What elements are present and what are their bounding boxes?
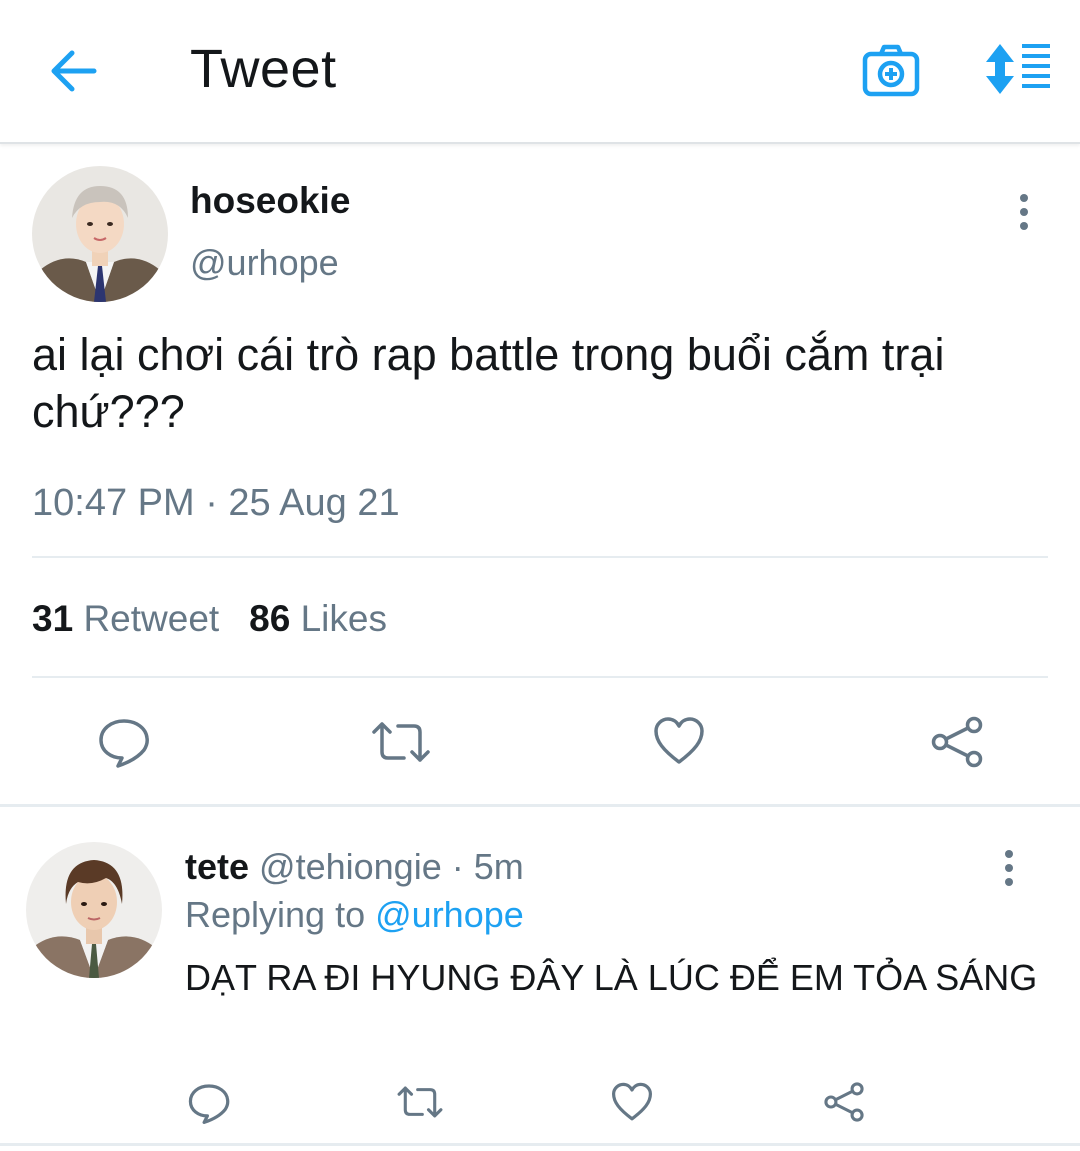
- sort-list-icon: [986, 44, 1050, 94]
- replying-to: Replying to @urhope: [185, 894, 524, 936]
- replying-to-mention[interactable]: @urhope: [375, 894, 524, 935]
- likes-count: 86: [249, 598, 291, 639]
- retweet-label: Retweet: [83, 598, 220, 639]
- reply-reply-button[interactable]: [188, 1082, 230, 1124]
- reply-icon: [99, 719, 149, 768]
- retweet-button[interactable]: [370, 720, 432, 764]
- more-options-button[interactable]: [1014, 192, 1034, 232]
- avatar[interactable]: [32, 166, 168, 302]
- camera-plus-icon: [862, 44, 920, 97]
- separator-dot: ·: [451, 846, 464, 887]
- reply-time: 5m: [473, 846, 524, 887]
- reply-button[interactable]: [98, 716, 150, 768]
- likes-label: Likes: [300, 598, 387, 639]
- author-name[interactable]: hoseokie: [190, 180, 350, 222]
- reply-more-options-button[interactable]: [999, 848, 1019, 888]
- author-handle[interactable]: @urhope: [190, 242, 339, 284]
- main-tweet: hoseokie @urhope ai lại chơi cái trò rap…: [0, 146, 1080, 806]
- retweet-icon: [397, 1086, 443, 1118]
- retweet-icon: [372, 722, 430, 762]
- retweet-count: 31: [32, 598, 74, 639]
- reply-share-button[interactable]: [823, 1082, 865, 1122]
- retweet-stat[interactable]: 31 Retweet: [32, 598, 219, 639]
- section-separator: [0, 804, 1080, 807]
- tweet-stats: 31 Retweet 86 Likes: [32, 598, 387, 640]
- reply-text: DẠT RA ĐI HYUNG ĐÂY LÀ LÚC ĐỂ EM TỎA SÁN…: [185, 957, 1038, 998]
- sort-button[interactable]: [982, 42, 1052, 96]
- reply-icon: [188, 1084, 230, 1124]
- tweet-timestamp: 10:47 PM · 25 Aug 21: [32, 482, 400, 524]
- likes-stat[interactable]: 86 Likes: [249, 598, 387, 639]
- more-vertical-icon: [1020, 194, 1028, 230]
- camera-button[interactable]: [862, 42, 920, 98]
- reply-avatar[interactable]: [26, 842, 162, 978]
- reply-author-name[interactable]: tete: [185, 846, 249, 887]
- divider: [32, 556, 1048, 558]
- like-button[interactable]: [653, 716, 705, 766]
- reply-author-handle[interactable]: @tehiongie: [259, 846, 442, 887]
- reply-header: tete @tehiongie · 5m: [185, 846, 524, 888]
- divider: [32, 676, 1048, 678]
- reply-like-button[interactable]: [611, 1082, 653, 1122]
- share-button[interactable]: [930, 716, 984, 768]
- heart-icon: [612, 1082, 653, 1121]
- reply-retweet-button[interactable]: [396, 1084, 444, 1120]
- page-title: Tweet: [190, 39, 337, 99]
- share-icon: [824, 1082, 864, 1122]
- replying-label: Replying to: [185, 894, 366, 935]
- more-vertical-icon: [1005, 850, 1013, 886]
- heart-icon: [654, 717, 704, 764]
- divider: [0, 1143, 1080, 1146]
- arrow-left-icon: [51, 50, 97, 92]
- share-icon: [931, 716, 983, 768]
- top-app-bar: Tweet: [0, 0, 1080, 144]
- tweet-text: ai lại chơi cái trò rap battle trong buổ…: [32, 329, 945, 437]
- back-button[interactable]: [46, 46, 100, 96]
